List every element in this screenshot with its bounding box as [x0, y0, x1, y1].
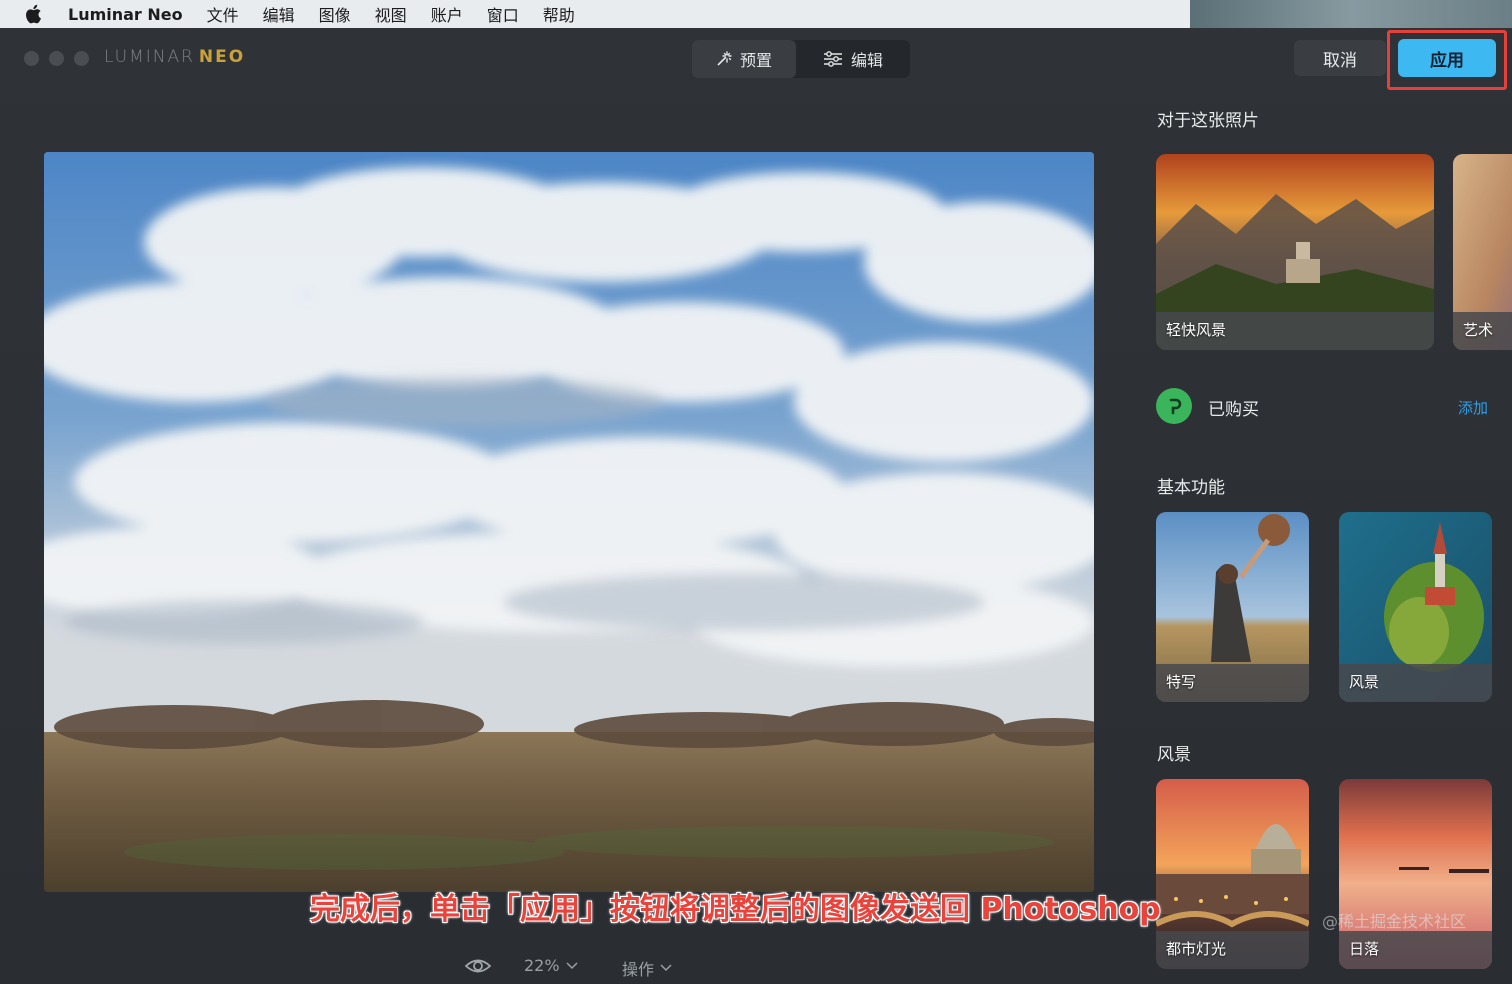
menu-help[interactable]: 帮助: [543, 2, 575, 26]
cancel-button[interactable]: 取消: [1294, 40, 1386, 76]
preset-card-label: 艺术: [1463, 321, 1494, 339]
preset-card-label: 都市灯光: [1166, 940, 1227, 958]
preset-card-label: 特写: [1166, 673, 1197, 691]
tab-presets-label: 预置: [739, 51, 772, 70]
preset-card-sunset[interactable]: 日落: [1339, 779, 1492, 969]
magic-wand-icon: [717, 51, 732, 66]
mode-switch: 预置 编辑: [692, 40, 910, 78]
menu-app-name[interactable]: Luminar Neo: [68, 5, 183, 24]
chevron-down-icon: [660, 964, 672, 972]
brand-accent: NEO: [198, 47, 246, 67]
zoom-value: 22%: [524, 956, 560, 975]
desktop-background-strip: [1190, 0, 1512, 28]
preset-card-closeup[interactable]: 特写: [1156, 512, 1309, 702]
add-link[interactable]: 添加: [1458, 397, 1488, 418]
chevron-down-icon: [566, 961, 578, 969]
actions-label: 操作: [622, 960, 655, 979]
sliders-icon: [823, 51, 842, 67]
tab-edit-label: 编辑: [850, 51, 883, 70]
actions-dropdown[interactable]: 操作: [622, 956, 672, 980]
preset-card-art[interactable]: 艺术: [1453, 154, 1512, 350]
tutorial-caption: 完成后，单击「应用」按钮将调整后的图像发送回 Photoshop: [310, 892, 1161, 927]
tab-edit[interactable]: 编辑: [796, 40, 910, 78]
tab-presets[interactable]: 预置: [692, 40, 796, 78]
eye-icon[interactable]: [464, 954, 492, 978]
brand-logo: LUMINAR NEO: [104, 47, 245, 67]
zoom-dropdown[interactable]: 22%: [524, 956, 578, 975]
preset-card-city-lights[interactable]: 都市灯光: [1156, 779, 1309, 969]
window-controls: [24, 51, 89, 66]
purchased-icon: [1156, 388, 1192, 424]
watermark: @稀土掘金技术社区: [1322, 912, 1467, 931]
menu-file[interactable]: 文件: [207, 2, 239, 26]
apple-icon[interactable]: [24, 4, 42, 24]
landscape-photo: [44, 152, 1094, 892]
menu-view[interactable]: 视图: [375, 2, 407, 26]
photo-canvas[interactable]: [44, 152, 1094, 892]
apply-button[interactable]: 应用: [1398, 39, 1496, 77]
menu-window[interactable]: 窗口: [487, 2, 519, 26]
section-title-landscape: 风景: [1157, 745, 1191, 765]
minimize-window-button[interactable]: [49, 51, 64, 66]
section-title-for-this-photo: 对于这张照片: [1157, 111, 1259, 131]
preset-card-landscape[interactable]: 风景: [1339, 512, 1492, 702]
purchased-label[interactable]: 已购买: [1208, 395, 1259, 420]
menu-edit[interactable]: 编辑: [263, 2, 295, 26]
preset-card-label: 风景: [1349, 673, 1380, 691]
preset-card-airy-landscape[interactable]: 轻快风景: [1156, 154, 1434, 350]
preset-card-label: 轻快风景: [1166, 321, 1227, 339]
luminar-window: LUMINAR NEO 预置 编辑 取消 应用 对于这张照片 轻快风景 艺术 已…: [0, 28, 1512, 984]
menu-image[interactable]: 图像: [319, 2, 351, 26]
brand-main: LUMINAR: [104, 47, 195, 67]
close-window-button[interactable]: [24, 51, 39, 66]
zoom-window-button[interactable]: [74, 51, 89, 66]
menu-account[interactable]: 账户: [431, 2, 463, 26]
menu-bar: Luminar Neo 文件 编辑 图像 视图 账户 窗口 帮助: [0, 0, 1190, 28]
section-title-basic: 基本功能: [1157, 478, 1225, 498]
preset-card-label: 日落: [1349, 940, 1380, 958]
